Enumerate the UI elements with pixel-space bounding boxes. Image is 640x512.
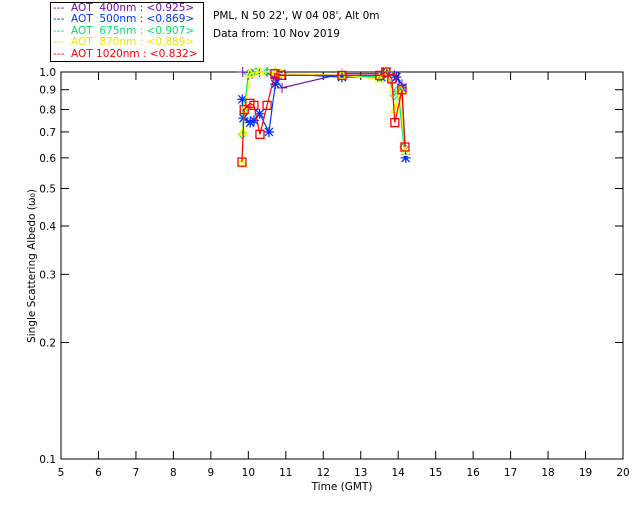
x-axis-label: Time (GMT) <box>311 481 373 493</box>
series-line-aot-870nm <box>241 70 406 164</box>
x-tick-label: 10 <box>242 467 255 479</box>
y-tick-label: 0.4 <box>39 221 56 233</box>
plot-frame <box>60 71 624 460</box>
data-point-asterisk <box>400 152 411 163</box>
x-tick-label: 18 <box>541 467 554 479</box>
y-tick-label: 0.5 <box>39 183 56 195</box>
y-tick-label: 0.7 <box>39 127 56 139</box>
x-tick-label: 8 <box>170 467 177 479</box>
x-tick-label: 17 <box>504 467 517 479</box>
y-tick-label: 0.6 <box>39 153 56 165</box>
x-tick-label: 5 <box>58 467 65 479</box>
chart: --- AOT 400nm : <0.925> --- AOT 500nm : … <box>0 0 640 512</box>
y-axis-label: Single Scattering Albedo (ω₀) <box>26 189 38 343</box>
x-tick-label: 14 <box>392 467 406 479</box>
x-tick-label: 6 <box>95 467 102 479</box>
x-tick-label: 19 <box>579 467 592 479</box>
x-tick-label: 15 <box>429 467 442 479</box>
y-tick-label: 0.3 <box>39 269 56 281</box>
x-tick-label: 20 <box>616 467 629 479</box>
x-tick-label: 7 <box>133 467 140 479</box>
y-tick-label: 1.0 <box>39 67 56 79</box>
data-point-asterisk <box>263 126 274 137</box>
y-tick-label: 0.9 <box>39 85 56 97</box>
x-tick-label: 9 <box>208 467 215 479</box>
plot-area: Time (GMT) Single Scattering Albedo (ω₀)… <box>26 65 630 493</box>
series-line-aot-500nm <box>241 71 407 158</box>
x-tick-label: 13 <box>354 467 367 479</box>
y-tick-label: 0.8 <box>39 105 56 117</box>
y-tick-label: 0.2 <box>39 338 56 350</box>
y-tick-label: 0.1 <box>39 454 56 466</box>
x-tick-label: 16 <box>466 467 480 479</box>
x-tick-label: 12 <box>317 467 330 479</box>
series-line-aot-1020nm <box>241 71 406 163</box>
x-tick-label: 11 <box>279 467 292 479</box>
